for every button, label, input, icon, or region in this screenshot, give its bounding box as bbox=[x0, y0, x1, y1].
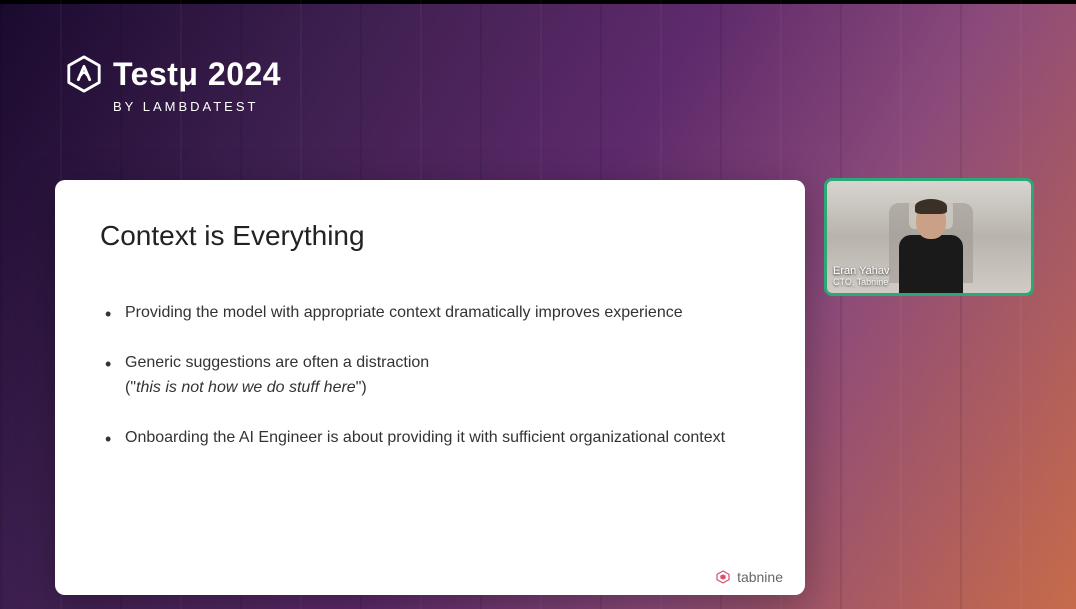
slide-footer-brand: tabnine bbox=[715, 569, 783, 585]
speaker-label: Eran Yahav CTO, Tabnine bbox=[833, 265, 889, 287]
bullet-text: Onboarding the AI Engineer is about prov… bbox=[125, 429, 725, 446]
lambdatest-hex-icon bbox=[65, 55, 103, 93]
slide-bullets: Providing the model with appropriate con… bbox=[100, 302, 760, 450]
event-title: Testμ 2024 bbox=[113, 56, 281, 93]
bullet-text: Generic suggestions are often a distract… bbox=[125, 354, 429, 371]
brand-name: tabnine bbox=[737, 569, 783, 585]
speaker-name: Eran Yahav bbox=[833, 265, 889, 277]
bullet-item: Generic suggestions are often a distract… bbox=[125, 352, 760, 399]
event-subtitle: BY LAMBDATEST bbox=[113, 99, 281, 114]
bullet-text: Providing the model with appropriate con… bbox=[125, 304, 683, 321]
presentation-slide: Context is Everything Providing the mode… bbox=[55, 180, 805, 595]
speaker-webcam: Eran Yahav CTO, Tabnine bbox=[824, 178, 1034, 296]
event-logo: Testμ 2024 BY LAMBDATEST bbox=[65, 55, 281, 114]
bullet-item: Providing the model with appropriate con… bbox=[125, 302, 760, 324]
bullet-note: ("this is not how we do stuff here") bbox=[125, 377, 760, 399]
slide-title: Context is Everything bbox=[100, 220, 760, 252]
tabnine-icon bbox=[715, 569, 731, 585]
speaker-title: CTO, Tabnine bbox=[833, 277, 889, 287]
bullet-item: Onboarding the AI Engineer is about prov… bbox=[125, 427, 760, 449]
